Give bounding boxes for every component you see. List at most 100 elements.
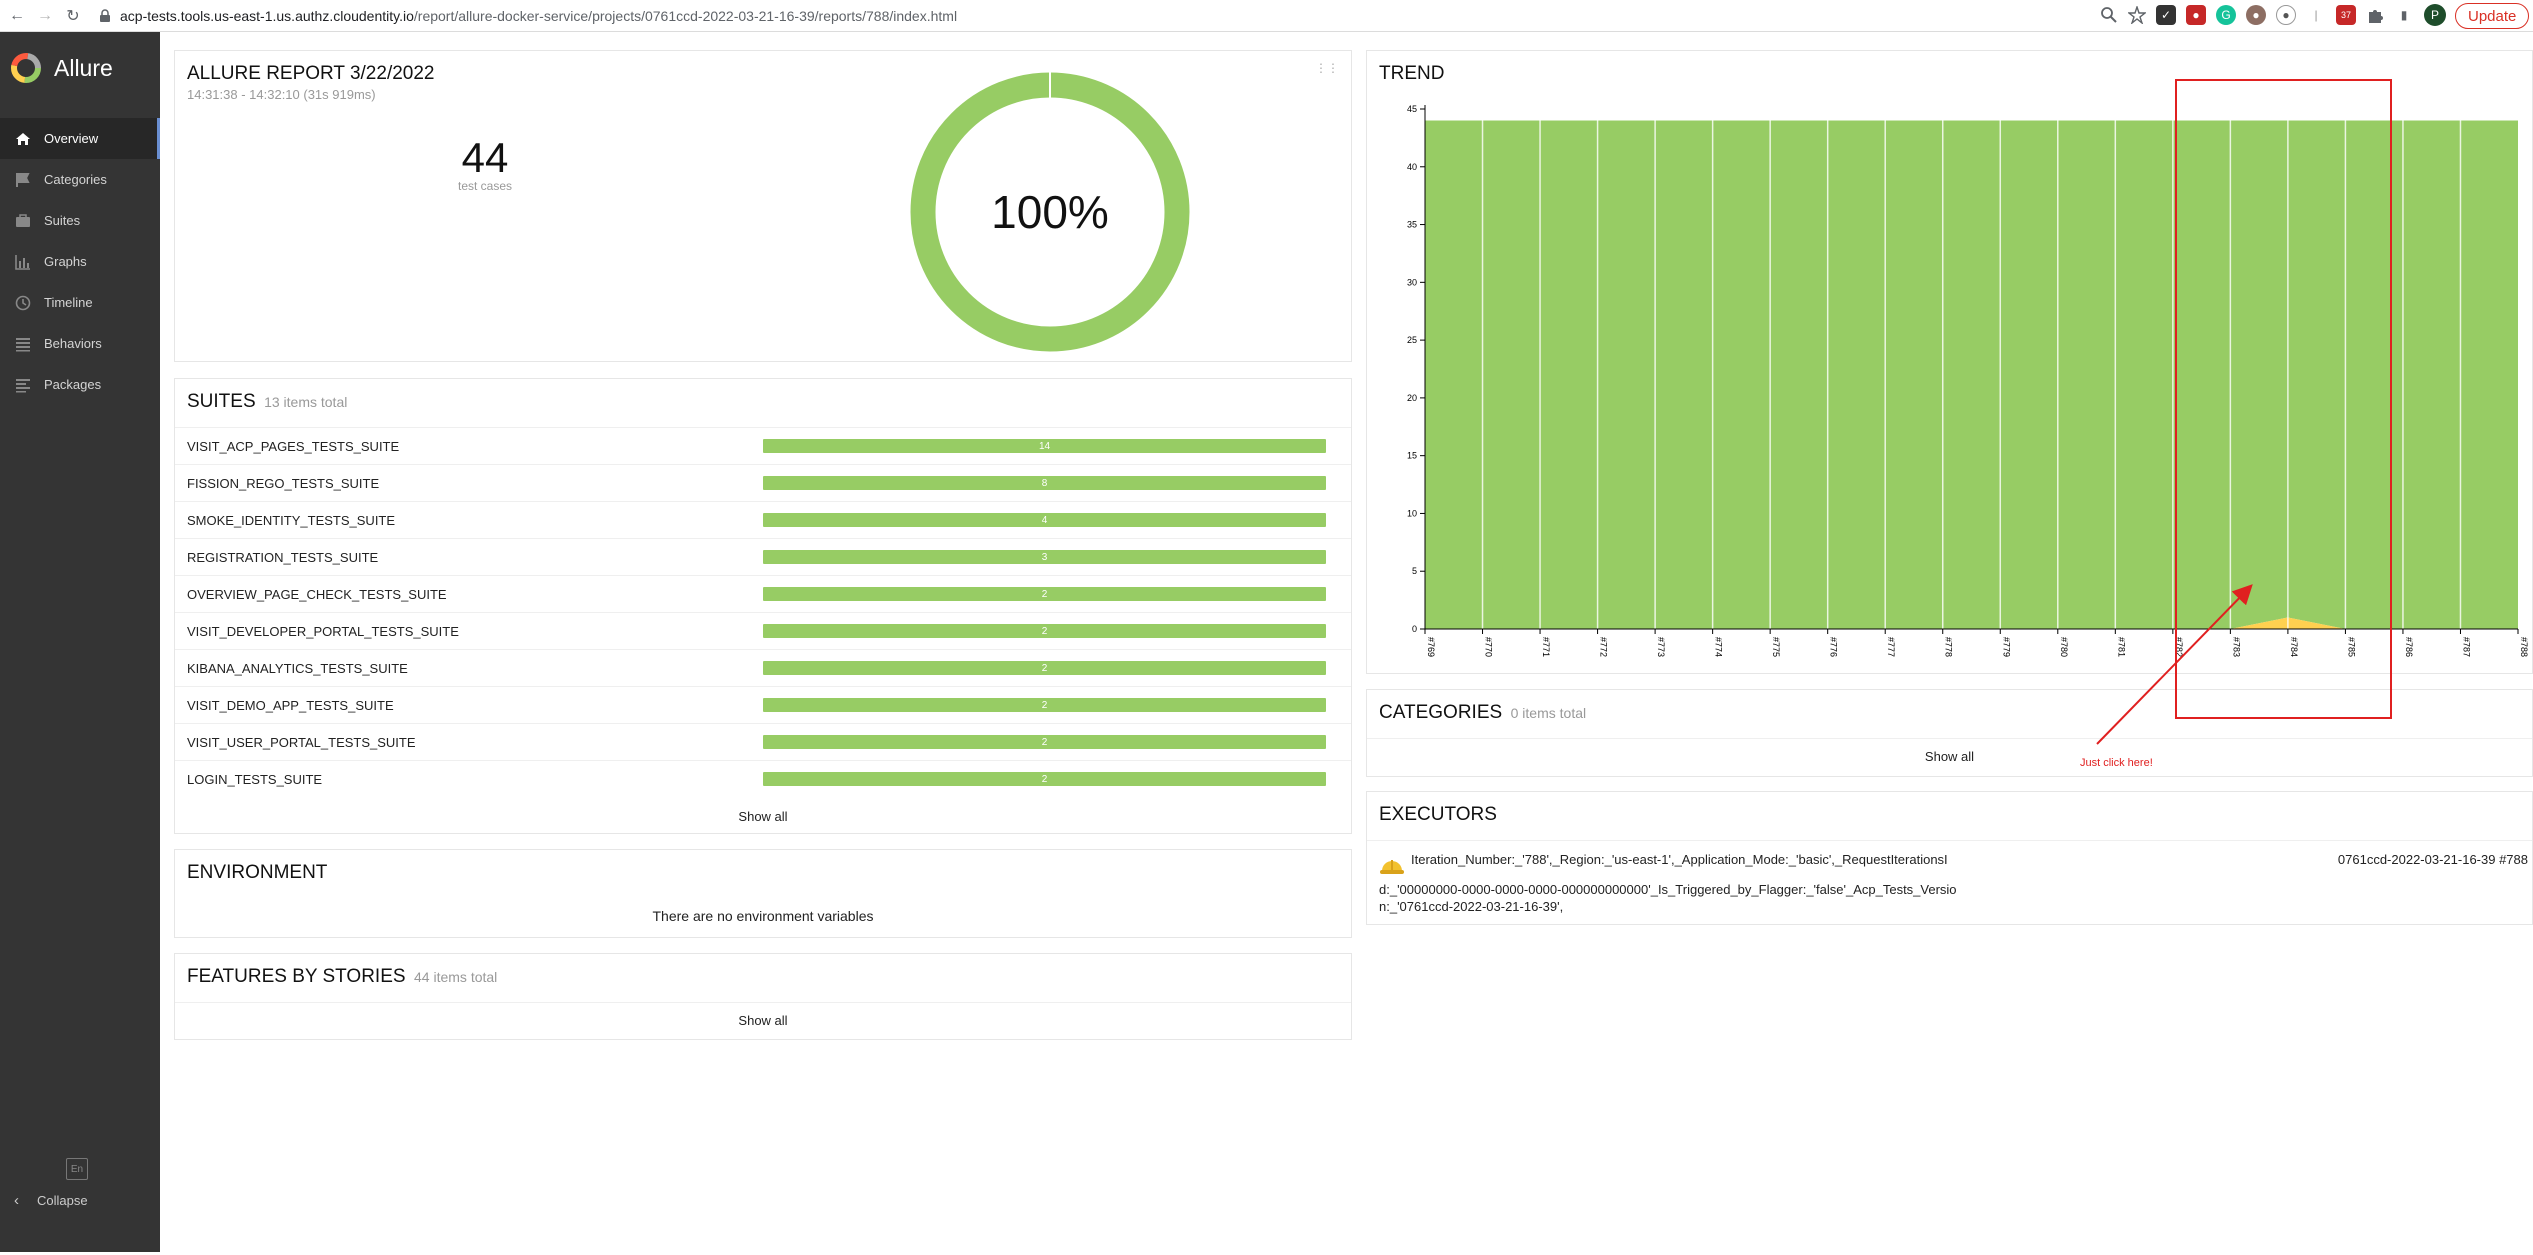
sidebar-item-graphs[interactable]: Graphs xyxy=(0,241,160,282)
reading-list-icon[interactable]: ▮ xyxy=(2394,5,2414,25)
trend-x-tick-label[interactable]: #788 xyxy=(2519,637,2529,657)
trend-x-tick-label[interactable]: #786 xyxy=(2404,637,2414,657)
sidebar-item-label: Suites xyxy=(44,213,81,228)
trend-x-tick-label[interactable]: #773 xyxy=(1656,637,1666,657)
pin-extension-icon[interactable]: | xyxy=(2306,5,2326,25)
sidebar-item-behaviors[interactable]: Behaviors xyxy=(0,323,160,364)
profile-avatar[interactable]: P xyxy=(2424,4,2446,26)
trend-x-tick-label[interactable]: #769 xyxy=(1426,637,1436,657)
bar-chart-icon xyxy=(14,253,32,271)
suite-passed-bar[interactable]: 14 xyxy=(763,439,1326,453)
suite-passed-bar[interactable]: 2 xyxy=(763,587,1326,601)
update-button[interactable]: Update xyxy=(2455,3,2530,29)
suite-row[interactable]: LOGIN_TESTS_SUITE 2 xyxy=(175,760,1351,797)
categories-title: CATEGORIES xyxy=(1379,702,1503,723)
forward-icon[interactable]: → xyxy=(34,5,56,27)
grammarly-icon[interactable]: G xyxy=(2216,5,2236,25)
suite-name: OVERVIEW_PAGE_CHECK_TESTS_SUITE xyxy=(187,586,447,602)
trend-x-tick-label[interactable]: #779 xyxy=(2001,637,2011,657)
trend-x-tick-label[interactable]: #787 xyxy=(2461,637,2471,657)
brand[interactable]: Allure xyxy=(0,32,160,104)
trend-y-tick-label: 5 xyxy=(1412,566,1417,576)
suite-row[interactable]: OVERVIEW_PAGE_CHECK_TESTS_SUITE 2 xyxy=(175,575,1351,612)
trend-y-tick-label: 10 xyxy=(1407,508,1417,518)
language-button[interactable]: En xyxy=(66,1158,88,1180)
suite-row[interactable]: FISSION_REGO_TESTS_SUITE 8 xyxy=(175,464,1351,501)
test-case-label: test cases xyxy=(457,179,513,193)
executor-build-link[interactable]: 0761ccd-2022-03-21-16-39 #788 xyxy=(2338,852,2528,867)
suite-row[interactable]: VISIT_DEVELOPER_PORTAL_TESTS_SUITE 2 xyxy=(175,612,1351,649)
sidebar-item-categories[interactable]: Categories xyxy=(0,159,160,200)
reload-icon[interactable]: ↻ xyxy=(62,5,84,27)
sidebar: Allure Overview Categories Suites Graphs… xyxy=(0,32,160,1252)
address-bar[interactable]: acp-tests.tools.us-east-1.us.authz.cloud… xyxy=(98,8,2058,24)
suite-passed-bar[interactable]: 2 xyxy=(763,772,1326,786)
suite-row[interactable]: KIBANA_ANALYTICS_TESTS_SUITE 2 xyxy=(175,649,1351,686)
shield-extension-icon[interactable]: ● xyxy=(2186,5,2206,25)
collapse-button[interactable]: ‹ Collapse xyxy=(14,1192,88,1209)
suite-row[interactable]: VISIT_ACP_PAGES_TESTS_SUITE 14 xyxy=(175,427,1351,464)
back-icon[interactable]: ← xyxy=(6,5,28,27)
sidebar-item-packages[interactable]: Packages xyxy=(0,364,160,405)
features-header: FEATURES BY STORIES 44 items total xyxy=(187,966,497,988)
suite-name: KIBANA_ANALYTICS_TESTS_SUITE xyxy=(187,660,408,676)
executor-name-line3[interactable]: n:_'0761ccd-2022-03-21-16-39', xyxy=(1379,899,1563,914)
lock-icon xyxy=(100,8,110,22)
suite-row[interactable]: REGISTRATION_TESTS_SUITE 3 xyxy=(175,538,1351,575)
executor-name-line2[interactable]: d:_'00000000-0000-0000-0000-000000000000… xyxy=(1379,882,1957,897)
trend-x-tick-label[interactable]: #781 xyxy=(2116,637,2126,657)
suite-name: VISIT_DEVELOPER_PORTAL_TESTS_SUITE xyxy=(187,623,459,639)
suite-name: LOGIN_TESTS_SUITE xyxy=(187,771,323,787)
collapse-label: Collapse xyxy=(37,1193,88,1208)
suite-passed-bar[interactable]: 3 xyxy=(763,550,1326,564)
trend-y-tick-label: 35 xyxy=(1407,220,1417,230)
zoom-icon[interactable] xyxy=(2100,6,2118,24)
trend-x-tick-label[interactable]: #770 xyxy=(1484,637,1494,657)
suite-passed-bar[interactable]: 2 xyxy=(763,624,1326,638)
drag-handle-icon[interactable]: ⋮⋮ xyxy=(1315,61,1339,75)
cookie-extension-icon[interactable]: ● xyxy=(2246,5,2266,25)
executor-name-line1[interactable]: Iteration_Number:_'788',_Region:_'us-eas… xyxy=(1411,852,1948,867)
browser-toolbar: ← → ↻ acp-tests.tools.us-east-1.us.authz… xyxy=(0,0,2533,32)
url-path: /report/allure-docker-service/projects/0… xyxy=(413,7,958,24)
github-extension-icon[interactable]: ● xyxy=(2276,5,2296,25)
categories-show-all-link[interactable]: Show all xyxy=(1367,749,2532,764)
trend-y-tick-label: 30 xyxy=(1407,277,1417,287)
trend-x-tick-label[interactable]: #777 xyxy=(1886,637,1896,657)
trend-x-tick-label[interactable]: #778 xyxy=(1944,637,1954,657)
suites-count: 13 items total xyxy=(264,394,348,410)
suite-passed-bar[interactable]: 2 xyxy=(763,661,1326,675)
checklist-extension-icon[interactable]: ✓ xyxy=(2156,5,2176,25)
trend-x-tick-label[interactable]: #775 xyxy=(1771,637,1781,657)
suite-passed-bar[interactable]: 4 xyxy=(763,513,1326,527)
trend-y-tick-label: 25 xyxy=(1407,335,1417,345)
categories-count: 0 items total xyxy=(1510,705,1587,721)
donut-percent: 100% xyxy=(991,186,1109,238)
suite-passed-bar[interactable]: 8 xyxy=(763,476,1326,490)
success-donut-chart[interactable]: 100% xyxy=(909,71,1191,353)
suite-row[interactable]: SMOKE_IDENTITY_TESTS_SUITE 4 xyxy=(175,501,1351,538)
sidebar-item-suites[interactable]: Suites xyxy=(0,200,160,241)
suite-passed-bar[interactable]: 2 xyxy=(763,698,1326,712)
summary-widget: ALLURE REPORT 3/22/2022 14:31:38 - 14:32… xyxy=(174,50,1352,362)
puzzle-icon[interactable] xyxy=(2366,6,2384,24)
suite-row[interactable]: VISIT_USER_PORTAL_TESTS_SUITE 2 xyxy=(175,723,1351,760)
badge-extension-icon[interactable]: 37 xyxy=(2336,5,2356,25)
sidebar-item-timeline[interactable]: Timeline xyxy=(0,282,160,323)
trend-x-tick-label[interactable]: #772 xyxy=(1599,637,1609,657)
suite-name: SMOKE_IDENTITY_TESTS_SUITE xyxy=(187,512,396,528)
features-show-all-link[interactable]: Show all xyxy=(175,1013,1351,1028)
suite-row[interactable]: VISIT_DEMO_APP_TESTS_SUITE 2 xyxy=(175,686,1351,723)
trend-x-tick-label[interactable]: #780 xyxy=(2059,637,2069,657)
suites-show-all-link[interactable]: Show all xyxy=(175,809,1351,824)
trend-x-tick-label[interactable]: #774 xyxy=(1714,637,1724,657)
sidebar-item-label: Timeline xyxy=(44,295,93,310)
trend-x-tick-label[interactable]: #771 xyxy=(1541,637,1551,657)
suite-name: VISIT_USER_PORTAL_TESTS_SUITE xyxy=(187,734,416,750)
flag-icon xyxy=(14,171,32,189)
suite-passed-bar[interactable]: 2 xyxy=(763,735,1326,749)
star-icon[interactable] xyxy=(2128,6,2146,24)
sidebar-item-label: Graphs xyxy=(44,254,87,269)
trend-x-tick-label[interactable]: #776 xyxy=(1829,637,1839,657)
sidebar-item-overview[interactable]: Overview xyxy=(0,118,160,159)
